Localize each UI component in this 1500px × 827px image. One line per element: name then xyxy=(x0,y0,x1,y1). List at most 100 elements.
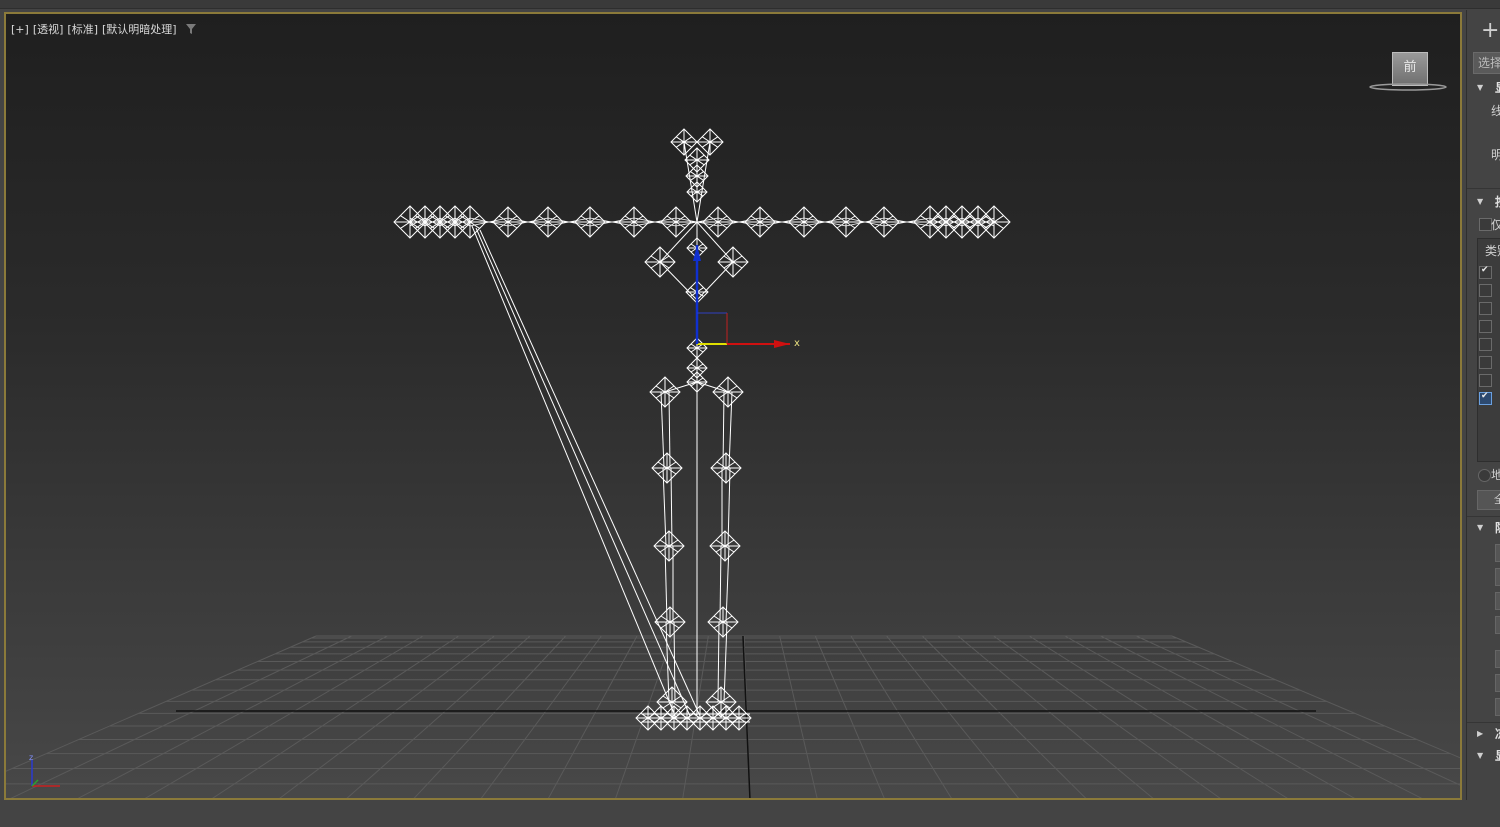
rollout-expanded-icon: ▼ xyxy=(1477,751,1484,760)
grid-line xyxy=(279,635,495,798)
torso-bone[interactable] xyxy=(659,261,698,301)
axis-tripod-icon: z xyxy=(29,754,60,787)
panel-text-line: 明 xyxy=(1491,146,1500,163)
rollout-title: 显 xyxy=(1495,78,1500,98)
radio-button[interactable] xyxy=(1478,469,1491,482)
gizmo-x-arrowhead[interactable] xyxy=(774,340,790,348)
arm-joint[interactable] xyxy=(702,206,734,238)
select-button[interactable]: 选择 xyxy=(1473,52,1500,74)
hide-button[interactable] xyxy=(1495,650,1500,668)
hide-button[interactable] xyxy=(1495,592,1500,610)
arm-joint[interactable] xyxy=(492,206,524,238)
viewport-point-of-view-menu[interactable]: [透视] xyxy=(33,21,64,37)
scene-canvas[interactable]: x xyxy=(6,14,1462,800)
leg-joint[interactable] xyxy=(654,606,686,638)
arm-joint[interactable] xyxy=(660,206,692,238)
freeze-rollout-header[interactable]: ▶冻 xyxy=(1471,724,1500,744)
bottom-strip xyxy=(0,802,1500,827)
neck-joint[interactable] xyxy=(686,181,708,203)
grid-line xyxy=(1136,635,1460,786)
funnel-icon[interactable] xyxy=(185,23,197,35)
create-tab-plus-icon[interactable]: + xyxy=(1481,20,1500,42)
arm-joint[interactable] xyxy=(744,206,776,238)
grid-line xyxy=(921,635,1087,798)
category-checkbox[interactable] xyxy=(1479,356,1492,369)
hide-button[interactable] xyxy=(1495,698,1500,716)
leg-joint[interactable] xyxy=(653,530,685,562)
panel-divider xyxy=(1467,516,1500,517)
gizmo-z-arrowhead[interactable] xyxy=(693,245,701,261)
panel-divider xyxy=(1467,722,1500,723)
rollout-title: 按 xyxy=(1495,192,1500,212)
category-checkbox-selected[interactable] xyxy=(1479,391,1492,405)
rollout-expanded-icon: ▼ xyxy=(1477,523,1484,532)
grid-line xyxy=(1171,635,1460,759)
display-rollout-header[interactable]: ▼显 xyxy=(1471,78,1500,98)
hide-button[interactable] xyxy=(1495,568,1500,586)
category-checkbox[interactable] xyxy=(1479,265,1492,279)
all-button[interactable]: 全 xyxy=(1477,490,1500,510)
leg-joint[interactable] xyxy=(705,686,737,718)
rollout-title: 显 xyxy=(1495,746,1500,766)
radio-label: 地 xyxy=(1491,466,1500,483)
grid-line xyxy=(1100,635,1423,798)
grid-line xyxy=(1029,635,1288,798)
panel-text-line: 线 xyxy=(1491,102,1500,119)
display-properties-rollout-header[interactable]: ▼显 xyxy=(1471,746,1500,766)
grid-line xyxy=(144,635,424,798)
category-checkbox[interactable] xyxy=(1479,374,1492,387)
top-toolbar-strip xyxy=(0,0,1500,9)
leg-joint[interactable] xyxy=(709,530,741,562)
leg-joint[interactable] xyxy=(710,452,742,484)
grid-line xyxy=(77,635,388,798)
rollout-expanded-icon: ▼ xyxy=(1477,83,1484,92)
viewcube-front-face[interactable]: 前 xyxy=(1403,60,1416,75)
rollout-collapsed-icon: ▶ xyxy=(1477,729,1484,738)
only-label: 仅 xyxy=(1491,216,1500,233)
ik-link-line[interactable] xyxy=(471,225,677,719)
category-checkbox[interactable] xyxy=(1479,284,1492,297)
perspective-viewport[interactable]: x [+] [透视] [标准] [默认明暗处理] 前 z xyxy=(4,12,1462,800)
category-checkbox[interactable] xyxy=(1479,320,1492,333)
grid-line xyxy=(957,635,1154,798)
arm-joint[interactable] xyxy=(830,206,862,238)
grid-line xyxy=(212,635,459,798)
axis-tripod-z-label: z xyxy=(29,754,33,762)
hide-rollout-header[interactable]: ▼隐 xyxy=(1471,518,1500,538)
torso-bone[interactable] xyxy=(696,261,734,301)
filter-rollout-header[interactable]: ▼按 xyxy=(1471,192,1500,212)
arm-joint[interactable] xyxy=(532,206,564,238)
arm-joint[interactable] xyxy=(868,206,900,238)
grid-line xyxy=(814,635,885,798)
viewport-plus-menu[interactable]: [+] xyxy=(11,23,29,36)
torso-bone[interactable] xyxy=(659,221,698,263)
hide-button[interactable] xyxy=(1495,674,1500,692)
viewcube-compass-ring[interactable] xyxy=(1368,83,1448,91)
panel-divider xyxy=(1467,188,1500,189)
arm-joint[interactable] xyxy=(788,206,820,238)
leg-joint[interactable] xyxy=(707,606,739,638)
rollout-expanded-icon: ▼ xyxy=(1477,197,1484,206)
leg-joint[interactable] xyxy=(651,452,683,484)
viewcube[interactable]: 前 xyxy=(1392,52,1428,86)
gizmo-x-label: x xyxy=(794,338,800,349)
category-checkbox[interactable] xyxy=(1479,302,1492,315)
viewport-standard-menu[interactable]: [标准] xyxy=(67,21,98,37)
viewport-label-menu: [+] [透视] [标准] [默认明暗处理] xyxy=(11,21,197,37)
hide-button[interactable] xyxy=(1495,616,1500,634)
rollout-title: 冻 xyxy=(1495,724,1500,744)
grid-line xyxy=(480,635,602,798)
category-checkbox[interactable] xyxy=(1479,338,1492,351)
hide-button[interactable] xyxy=(1495,544,1500,562)
command-panel: + 选择 ▼显 线 明 ▼按 仅 类别 地 全 ▼隐 ▶冻 ▼显 xyxy=(1466,10,1500,800)
ik-link-line[interactable] xyxy=(475,227,691,717)
grid-line xyxy=(779,635,818,798)
rollout-title: 隐 xyxy=(1495,518,1500,538)
arm-joint[interactable] xyxy=(574,206,606,238)
biped-skeleton[interactable] xyxy=(393,128,1011,731)
grid-line xyxy=(346,635,531,798)
category-header: 类别 xyxy=(1485,244,1500,258)
viewport-shading-menu[interactable]: [默认明暗处理] xyxy=(102,21,177,37)
grid-line xyxy=(413,635,567,798)
arm-joint[interactable] xyxy=(618,206,650,238)
